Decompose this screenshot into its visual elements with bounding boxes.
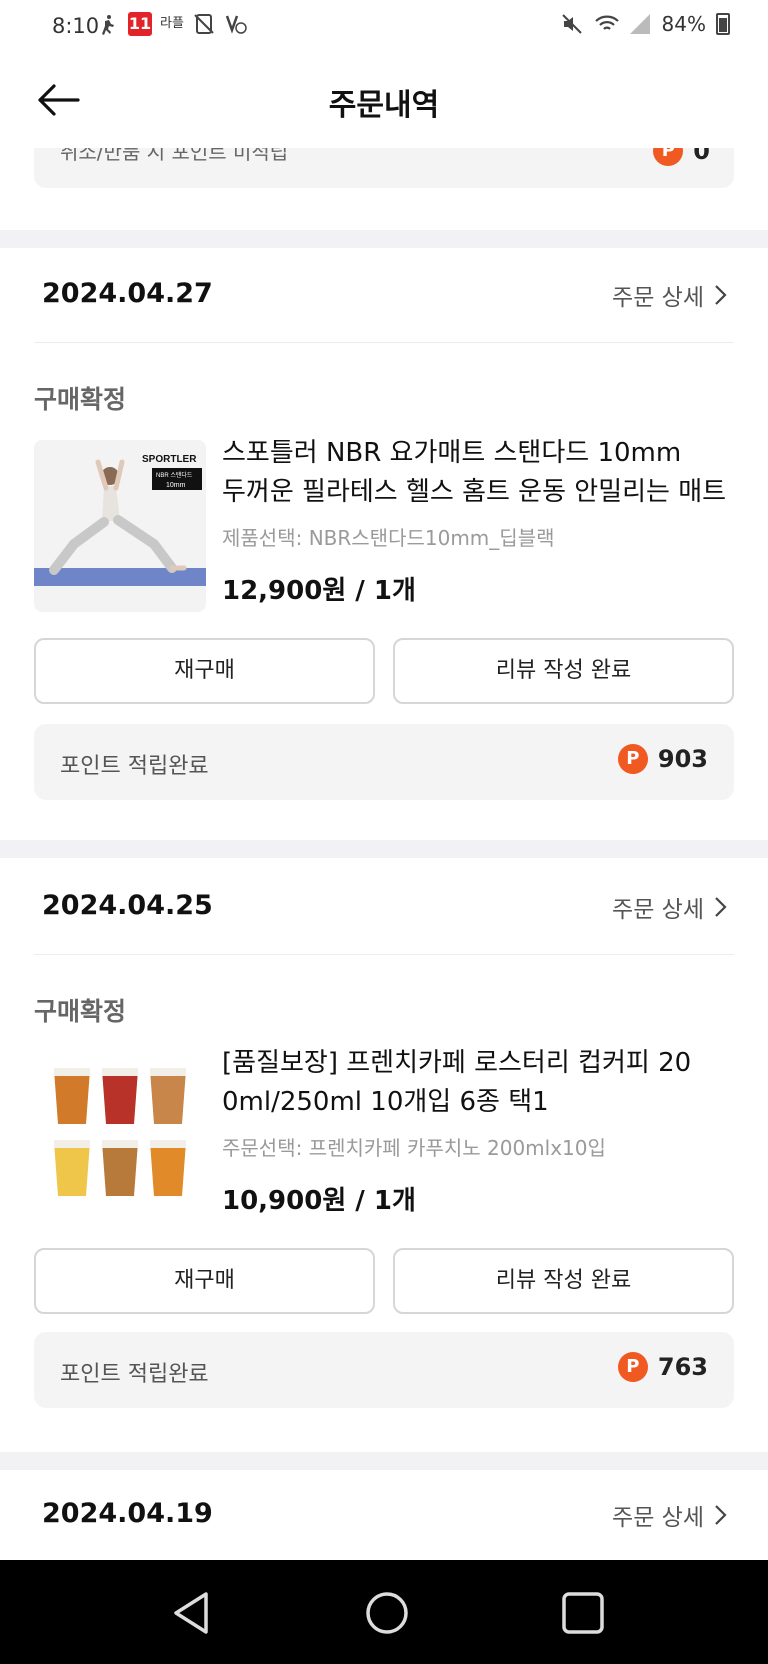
battery-percent: 84% [661,12,706,36]
divider [34,342,734,343]
point-value: P 763 [617,1352,708,1382]
status-time: 8:10 [52,14,100,38]
nav-recents-icon[interactable] [560,1590,606,1636]
section-divider [0,1452,768,1470]
point-box: 포인트 적립완료 P 763 [34,1332,734,1408]
product-option: 주문선택: 프렌치카페 카푸치노 200mlx10입 [222,1136,606,1160]
svg-text:NBR 스탠다드: NBR 스탠다드 [156,471,193,479]
app-badge-text: 라플 [160,16,184,31]
product-thumbnail[interactable]: SPORTLER NBR 스탠다드 10mm [34,440,206,612]
order-detail-label: 주문 상세 [612,1505,704,1531]
product-name-line2: 0ml/250ml 10개입 6종 택1 [222,1087,549,1117]
section-divider [0,840,768,858]
point-amount: 0 [693,148,710,165]
order-detail-link[interactable]: 주문 상세 [612,890,728,924]
app-header: 주문내역 [0,54,768,148]
rebuy-button[interactable]: 재구매 [34,1248,375,1314]
order-detail-link[interactable]: 주문 상세 [612,278,728,312]
product-name[interactable]: 스포틀러 NBR 요가매트 스탠다드 10mm 두꺼운 필라테스 헬스 홈트 운… [222,434,732,512]
chevron-right-icon [715,285,727,305]
chevron-right-icon [715,897,727,917]
no-sim-icon [192,12,216,36]
order-status: 구매확정 [34,385,127,414]
product-name-line1: 스포틀러 NBR 요가매트 스탠다드 10mm [222,438,682,468]
signal-icon [628,12,652,36]
point-icon: P [617,1352,648,1382]
rebuy-button[interactable]: 재구매 [34,638,375,704]
product-thumbnail[interactable] [34,1050,206,1222]
battery-icon [716,13,730,35]
product-name-line1: [품질보장] 프렌치카페 로스터리 컵커피 20 [222,1048,692,1078]
system-status-icons: 84% [560,12,730,36]
point-label: 포인트 적립완료 [60,754,209,779]
point-amount: 903 [657,745,708,773]
order-card: 2024.04.25 주문 상세 구매확정 [품질보장] 프렌치카페 로스터리 … [0,858,768,1450]
wifi-icon [594,12,619,36]
point-icon: P [617,744,648,774]
order-date: 2024.04.27 [42,278,213,309]
divider [34,954,734,955]
order-card: 2024.04.27 주문 상세 구매확정 SPORTLER NBR 스탠다드 … [0,248,768,840]
point-label: 포인트 적립완료 [60,1362,209,1387]
nav-home-icon[interactable] [364,1590,410,1636]
product-name-line2: 두꺼운 필라테스 헬스 홈트 운동 안밀리는 매트 [222,477,727,507]
section-divider [0,230,768,248]
system-navigation-bar [0,1560,768,1664]
v-app-icon [224,12,248,36]
svg-text:SPORTLER: SPORTLER [142,454,197,465]
notification-icons: 11 라플 [96,12,248,36]
svg-text:10mm: 10mm [166,482,186,489]
yoga-mat-image: SPORTLER NBR 스탠다드 10mm [34,440,206,612]
point-value: P 0 [653,148,710,166]
eleven-street-icon: 11 [128,12,152,36]
nav-back-icon[interactable] [168,1590,214,1636]
status-bar: 8:10 11 라플 84% [0,0,768,54]
order-status: 구매확정 [34,997,127,1026]
order-detail-link[interactable]: 주문 상세 [612,1498,728,1532]
product-option: 제품선택: NBR스탠다드10mm_딥블랙 [222,526,555,550]
product-price: 12,900원 / 1개 [222,576,416,606]
point-value: P 903 [617,744,708,774]
point-box: 포인트 적립완료 P 903 [34,724,734,800]
runner-icon [96,12,120,36]
point-amount: 763 [657,1353,708,1381]
product-price: 10,900원 / 1개 [222,1186,416,1216]
cup-coffee-image [34,1050,206,1222]
mute-icon [560,12,584,36]
review-complete-button[interactable]: 리뷰 작성 완료 [393,1248,734,1314]
chevron-right-icon [715,1505,727,1525]
order-card: 2024.04.19 주문 상세 [0,1470,768,1560]
review-complete-button[interactable]: 리뷰 작성 완료 [393,638,734,704]
point-icon: P [653,148,684,166]
order-detail-label: 주문 상세 [612,285,704,311]
previous-order-point-box: 취소/반품 시 포인트 미적립 P 0 [34,148,734,188]
product-name[interactable]: [품질보장] 프렌치카페 로스터리 컵커피 20 0ml/250ml 10개입 … [222,1044,732,1122]
order-date: 2024.04.19 [42,1498,213,1529]
page-title: 주문내역 [328,88,440,123]
order-detail-label: 주문 상세 [612,897,704,923]
point-label: 취소/반품 시 포인트 미적립 [60,148,289,164]
order-date: 2024.04.25 [42,890,213,921]
